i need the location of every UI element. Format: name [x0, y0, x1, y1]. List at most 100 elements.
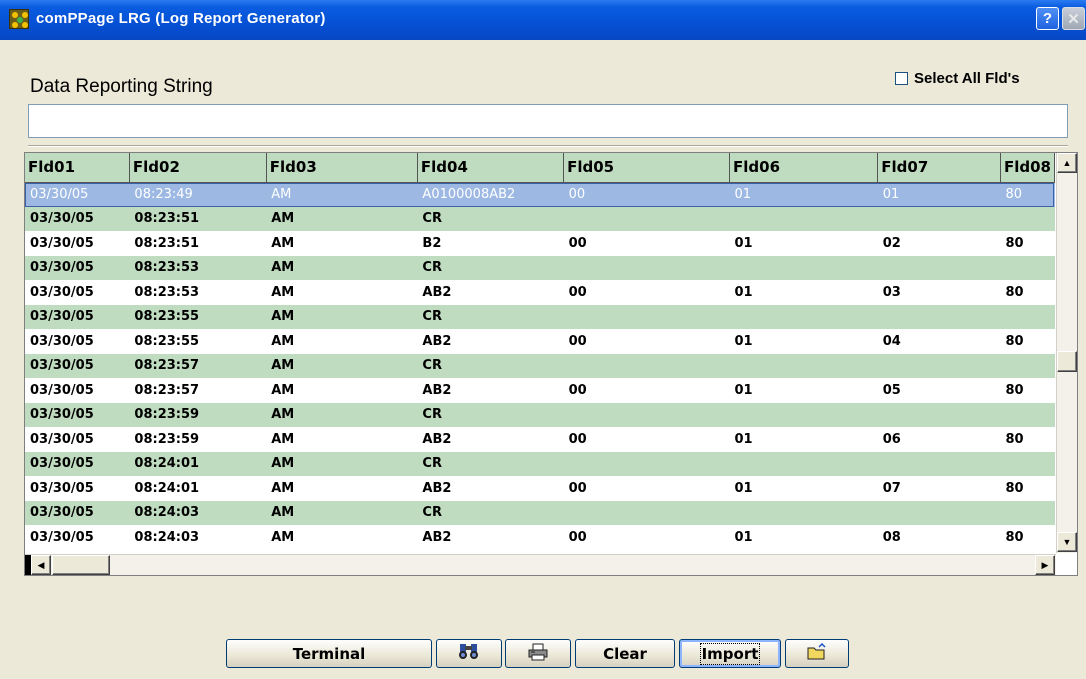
table-cell [729, 353, 878, 378]
table-cell: 00 [563, 231, 730, 256]
window-title: comPPage LRG (Log Report Generator) [36, 10, 326, 27]
table-row[interactable]: 03/30/05 08:23:51 AM B2 00 01 02 80 [25, 231, 1055, 256]
vertical-scroll-thumb[interactable] [1057, 351, 1077, 372]
column-header[interactable]: Fld02 [129, 153, 267, 183]
column-header[interactable]: Fld07 [877, 153, 1001, 183]
table-cell: 80 [1000, 427, 1055, 452]
print-button[interactable] [505, 639, 571, 668]
table-cell: AM [266, 402, 418, 427]
column-header[interactable]: Fld04 [417, 153, 565, 183]
table-cell: CR [417, 500, 564, 525]
table-row[interactable]: 03/30/05 08:23:49 AM A0100008AB2 00 01 01 80 [25, 182, 1055, 207]
table-cell: AM [266, 427, 418, 452]
vertical-scrollbar[interactable]: ▲ ▼ [1056, 153, 1077, 553]
table-row[interactable]: 03/30/05 08:23:53 AM AB2 00 01 03 80 [25, 280, 1055, 305]
table-row[interactable]: 03/30/05 08:24:01 AM CR [25, 451, 1055, 476]
table-row[interactable]: 03/30/05 08:23:55 AM AB2 00 01 04 80 [25, 329, 1055, 354]
scroll-down-icon[interactable]: ▼ [1057, 532, 1077, 552]
table-cell: 03/30/05 [25, 329, 130, 354]
close-button[interactable]: ✕ [1062, 7, 1085, 30]
printer-icon [527, 643, 549, 665]
table-cell: 01 [729, 525, 878, 550]
table-cell: 03 [877, 280, 1001, 305]
table-cell: AM [266, 451, 418, 476]
table-cell: 03/30/05 [25, 280, 130, 305]
table-cell [563, 500, 730, 525]
open-button[interactable] [785, 639, 849, 668]
table-row[interactable]: 03/30/05 08:24:03 AM CR [25, 500, 1055, 525]
table-cell [877, 353, 1001, 378]
table-cell: AM [266, 304, 418, 329]
table-row[interactable]: 03/30/05 08:23:59 AM AB2 00 01 06 80 [25, 427, 1055, 452]
table-cell [877, 255, 1001, 280]
table-cell: 03/30/05 [25, 304, 130, 329]
table-row[interactable]: 03/30/05 08:24:01 AM AB2 00 01 07 80 [25, 476, 1055, 501]
log-data-grid[interactable]: Fld01 Fld02 Fld03 Fld04 Fld05 Fld06 Fld07 Fld08… [24, 152, 1078, 576]
table-cell: 08:24:01 [129, 476, 267, 501]
table-cell: 80 [1000, 231, 1055, 256]
table-cell: 03/30/05 [25, 378, 130, 403]
table-cell: 08:23:59 [129, 427, 267, 452]
table-cell [877, 304, 1001, 329]
import-button[interactable]: Import [679, 639, 781, 668]
column-header[interactable]: Fld05 [563, 153, 731, 183]
column-header[interactable]: Fld06 [729, 153, 879, 183]
table-cell: AM [266, 182, 418, 207]
table-row[interactable]: 03/30/05 08:23:57 AM AB2 00 01 05 80 [25, 378, 1055, 403]
table-cell [729, 451, 878, 476]
select-all-checkbox[interactable]: Select All Fld's [895, 70, 1020, 87]
table-cell [729, 402, 878, 427]
table-cell [563, 255, 730, 280]
help-button[interactable]: ? [1036, 7, 1059, 30]
table-cell: 80 [1000, 329, 1055, 354]
table-cell [1000, 451, 1055, 476]
column-header[interactable]: Fld01 [25, 153, 130, 183]
import-label: Import [699, 642, 761, 665]
table-cell [877, 206, 1001, 231]
table-cell: 08:23:51 [129, 231, 267, 256]
table-row[interactable]: 03/30/05 08:24:03 AM AB2 00 01 08 80 [25, 525, 1055, 550]
table-row[interactable]: 03/30/05 08:23:53 AM CR [25, 255, 1055, 280]
table-cell: 08:24:03 [129, 500, 267, 525]
checkbox-box[interactable] [895, 72, 908, 85]
table-cell: 00 [563, 476, 730, 501]
scroll-left-icon[interactable]: ◀ [31, 555, 51, 575]
table-cell: 01 [729, 280, 878, 305]
binoculars-icon [458, 642, 480, 665]
column-header[interactable]: Fld03 [266, 153, 418, 183]
table-cell: 03/30/05 [25, 451, 130, 476]
table-cell: 03/30/05 [25, 353, 130, 378]
title-bar: comPPage LRG (Log Report Generator) ? ✕ [0, 0, 1086, 40]
horizontal-scrollbar[interactable]: ◀ ▶ [25, 554, 1056, 575]
table-cell [1000, 255, 1055, 280]
find-button[interactable] [436, 639, 502, 668]
table-cell: 08:23:55 [129, 329, 267, 354]
table-row[interactable]: 03/30/05 08:23:51 AM CR [25, 206, 1055, 231]
log-table: Fld01 Fld02 Fld03 Fld04 Fld05 Fld06 Fld07 Fld08… [25, 153, 1055, 550]
table-cell [1000, 304, 1055, 329]
table-cell: 00 [563, 427, 730, 452]
clear-button[interactable]: Clear [575, 639, 675, 668]
table-row[interactable]: 03/30/05 08:23:55 AM CR [25, 304, 1055, 329]
table-cell: 01 [729, 476, 878, 501]
scroll-right-icon[interactable]: ▶ [1035, 555, 1055, 575]
column-header[interactable]: Fld08 [1000, 153, 1055, 183]
data-reporting-string-input[interactable] [28, 104, 1068, 138]
table-cell: 03/30/05 [25, 476, 130, 501]
terminal-button[interactable]: Terminal [226, 639, 432, 668]
table-row[interactable]: 03/30/05 08:23:57 AM CR [25, 353, 1055, 378]
table-cell: 08:23:51 [129, 206, 267, 231]
table-cell [1000, 500, 1055, 525]
table-row[interactable]: 03/30/05 08:23:59 AM CR [25, 402, 1055, 427]
scroll-up-icon[interactable]: ▲ [1057, 153, 1077, 173]
table-cell [729, 255, 878, 280]
table-cell: 08:24:01 [129, 451, 267, 476]
table-cell: 80 [1000, 476, 1055, 501]
grid-viewport: Fld01 Fld02 Fld03 Fld04 Fld05 Fld06 Fld07 Fld08… [25, 153, 1055, 553]
table-cell: 06 [877, 427, 1001, 452]
horizontal-scroll-thumb[interactable] [52, 555, 110, 575]
table-cell: AB2 [417, 525, 564, 550]
table-cell: 80 [1000, 280, 1055, 305]
table-cell: AM [266, 231, 418, 256]
table-cell [1000, 353, 1055, 378]
